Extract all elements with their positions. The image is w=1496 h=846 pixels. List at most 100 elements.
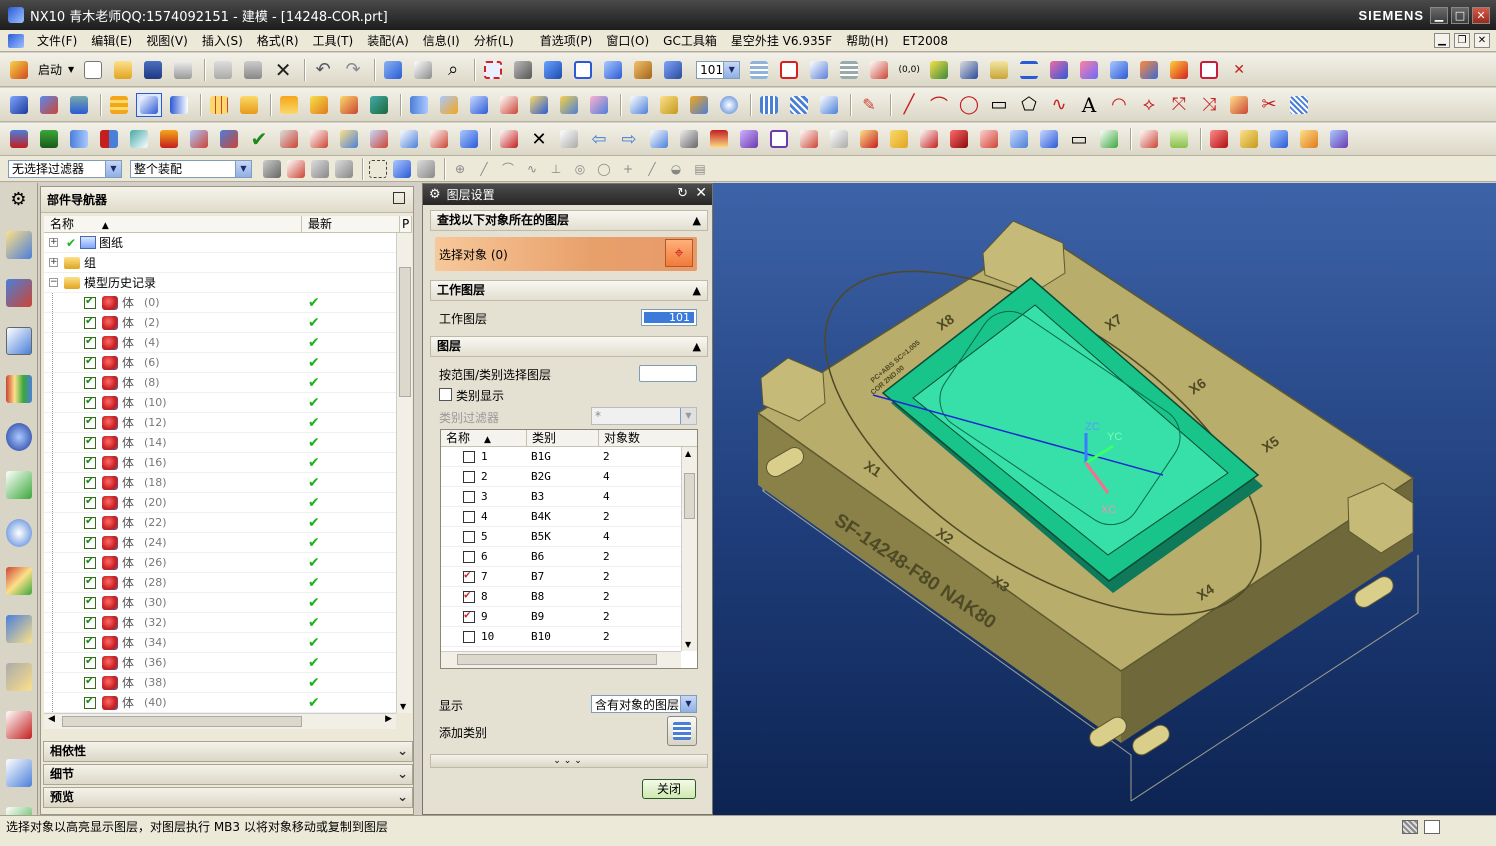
view-manager-icon[interactable] (1136, 127, 1162, 151)
snap-line-icon[interactable]: ╱ (474, 157, 494, 181)
category-display-checkbox[interactable] (439, 388, 452, 401)
collapse-caret-icon[interactable]: ▲ (693, 281, 701, 300)
wcs-origin-icon[interactable] (806, 58, 832, 82)
yellow-cube-icon[interactable] (1236, 127, 1262, 151)
snap-perp-icon[interactable]: ⊥ (546, 157, 566, 181)
maximize-panel-icon[interactable] (393, 192, 405, 204)
measure-distance-icon[interactable] (866, 58, 892, 82)
dialog-close-icon[interactable]: ✕ (695, 185, 707, 201)
feature-row[interactable]: 体 (12) ✔ (44, 413, 396, 433)
cone-icon[interactable] (686, 93, 712, 117)
draft-icon[interactable] (586, 93, 612, 117)
feature-visible-checkbox[interactable] (84, 634, 96, 649)
details-panel[interactable]: 细节 ⌄ (43, 764, 413, 785)
report-icon[interactable] (5, 759, 32, 787)
web-browser-icon[interactable] (5, 471, 32, 499)
hd3d-tools-icon[interactable] (5, 423, 32, 451)
layer-row[interactable]: 10 B10 2 (441, 627, 681, 647)
blend-icon[interactable] (526, 93, 552, 117)
section-view-icon[interactable] (956, 58, 982, 82)
table-icon[interactable] (206, 93, 232, 117)
snap-center-icon[interactable]: ◎ (570, 157, 590, 181)
layer-visible-checkbox[interactable] (463, 551, 475, 563)
tree-node-group[interactable]: + 组 (44, 253, 396, 273)
menu-file[interactable]: 文件(F) (30, 32, 84, 49)
feature-visible-checkbox[interactable] (84, 354, 96, 369)
arrow-left-icon[interactable]: ⇦ (586, 127, 612, 151)
expand-icon[interactable]: + (49, 258, 58, 267)
snap-spline-icon[interactable]: ∿ (522, 157, 542, 181)
offset-region-icon[interactable] (306, 93, 332, 117)
measure-length-icon[interactable] (986, 58, 1012, 82)
feature-visible-checkbox[interactable] (84, 574, 96, 589)
select-object-row[interactable]: 选择对象 (0) ⌖ (435, 237, 697, 271)
cube-icon[interactable] (766, 127, 792, 151)
chevron-down-icon[interactable]: ⌄ (397, 788, 408, 807)
collapse-icon[interactable]: − (49, 278, 58, 287)
column-extra[interactable]: P (400, 216, 412, 232)
transform-icon[interactable] (646, 127, 672, 151)
new-component-icon[interactable] (216, 127, 242, 151)
datum-plane-icon[interactable] (66, 93, 92, 117)
save-icon[interactable] (140, 58, 166, 82)
snap-curve-icon[interactable]: ⌒ (498, 157, 518, 181)
layer-visible-checkbox[interactable] (463, 531, 475, 543)
status-window-icon[interactable] (1424, 820, 1440, 834)
mold-wizard-icon[interactable] (796, 127, 822, 151)
fit-icon[interactable] (480, 58, 506, 82)
layer-vertical-scrollbar[interactable]: ▲ ▼ (681, 447, 697, 651)
assembly-constraint-icon[interactable] (156, 127, 182, 151)
feature-row[interactable]: 体 (34) ✔ (44, 633, 396, 653)
layer-row[interactable]: 4 B4K 2 (441, 507, 681, 527)
process-studio-icon[interactable] (5, 567, 32, 595)
reset-view-icon[interactable] (1166, 127, 1192, 151)
scroll-thumb[interactable] (399, 267, 411, 397)
feature-row[interactable]: 体 (0) ✔ (44, 293, 396, 313)
lifter-icon[interactable] (886, 127, 912, 151)
wcs-icon[interactable] (410, 58, 436, 82)
doc-close-button[interactable]: ✕ (1474, 33, 1490, 48)
insert-icon[interactable] (976, 127, 1002, 151)
layer-visible-checkbox[interactable] (463, 568, 475, 583)
feature-visible-checkbox[interactable] (84, 654, 96, 669)
delete-face-icon[interactable] (366, 93, 392, 117)
scroll-thumb-h[interactable] (62, 716, 302, 727)
navigator-horizontal-scrollbar[interactable]: ▶ ◀ (44, 713, 396, 729)
redo-icon[interactable]: ↷ (340, 58, 366, 82)
reuse-library-icon[interactable] (5, 375, 32, 403)
arrow-right-icon[interactable]: ⇨ (616, 127, 642, 151)
block-icon[interactable] (626, 93, 652, 117)
snap-view-icon[interactable] (380, 58, 406, 82)
close-button[interactable]: 关闭 (642, 779, 696, 799)
snap-on-face-icon[interactable]: ◒ (666, 157, 686, 181)
copy-move-icon[interactable] (676, 127, 702, 151)
wireframe-view-icon[interactable] (570, 58, 596, 82)
scroll-up-icon[interactable]: ▲ (685, 449, 691, 458)
minimize-button[interactable]: ▁ (1430, 7, 1448, 24)
chevron-down-icon[interactable]: ⌄ (397, 742, 408, 761)
layer-scroll-thumb[interactable] (684, 473, 695, 519)
gear-icon[interactable]: ⚙ (429, 187, 441, 202)
menu-et2008[interactable]: ET2008 (896, 34, 955, 48)
feature-visible-checkbox[interactable] (84, 374, 96, 389)
feature-box-icon[interactable] (1106, 58, 1132, 82)
zoom-icon[interactable]: ⌕ (440, 58, 466, 82)
feature-row[interactable]: 体 (2) ✔ (44, 313, 396, 333)
dependencies-panel[interactable]: 相依性 ⌄ (43, 741, 413, 762)
menu-information[interactable]: 信息(I) (416, 32, 467, 49)
chevron-down-icon[interactable]: ⌄ (397, 765, 408, 784)
feature-visible-checkbox[interactable] (84, 394, 96, 409)
start-icon[interactable] (6, 58, 32, 82)
wave-geometry-icon[interactable] (426, 127, 452, 151)
chamfer-icon[interactable] (556, 93, 582, 117)
layer-visible-checkbox[interactable] (463, 588, 475, 603)
menu-help[interactable]: 帮助(H) (839, 32, 895, 49)
feature-visible-checkbox[interactable] (84, 614, 96, 629)
feature-visible-checkbox[interactable] (84, 674, 96, 689)
layer-visible-checkbox[interactable] (463, 491, 475, 503)
feature-row[interactable]: 体 (10) ✔ (44, 393, 396, 413)
roles-icon[interactable] (5, 663, 32, 691)
graphics-window[interactable]: ZC YC XC X1 X2 X3 X4 X5 X6 X7 X8 SF-1424… (713, 183, 1496, 815)
feature-visible-checkbox[interactable] (84, 314, 96, 329)
menu-edit[interactable]: 编辑(E) (84, 32, 139, 49)
